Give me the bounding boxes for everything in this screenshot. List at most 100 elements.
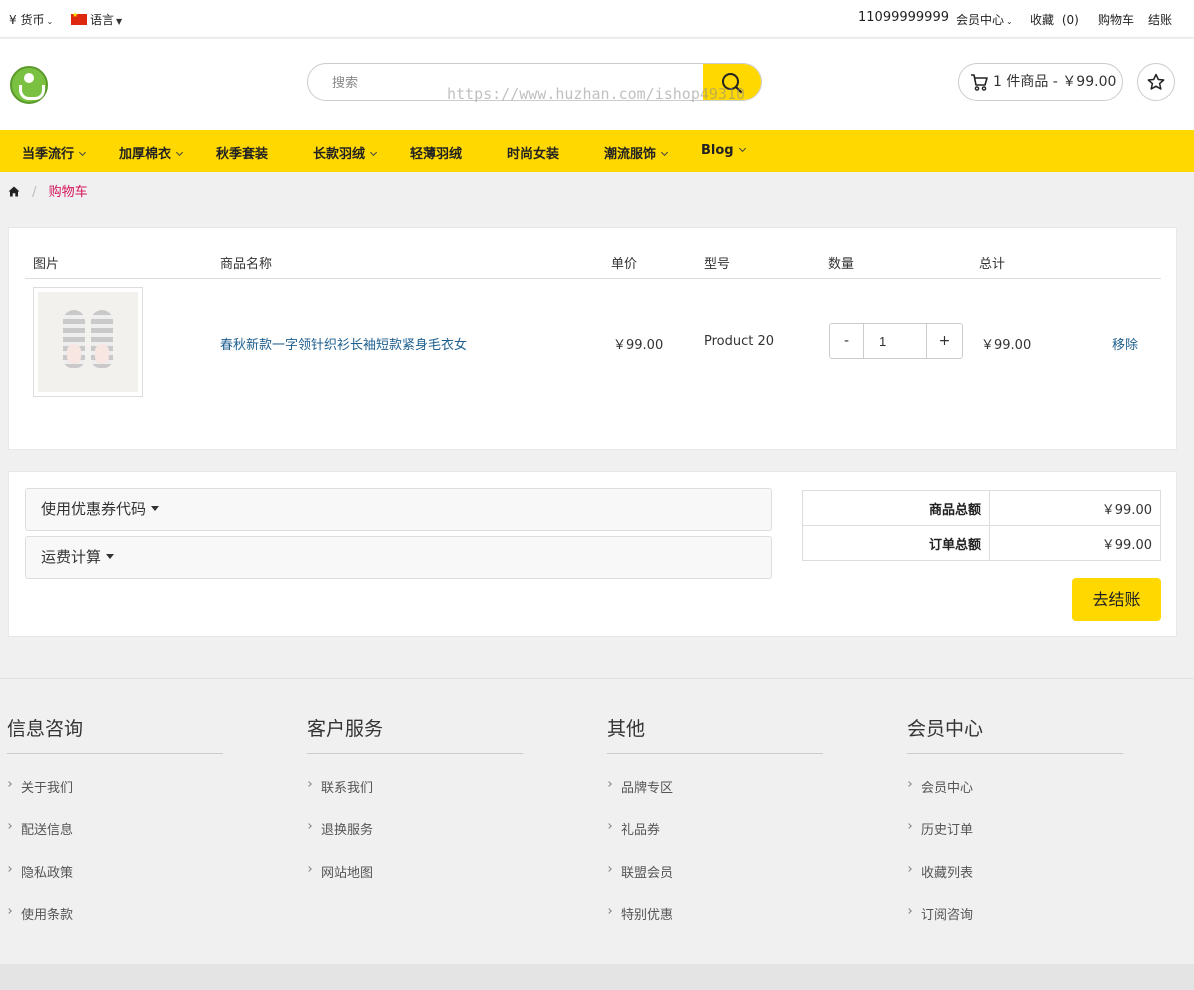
nav-item-light-down[interactable]: 轻薄羽绒 [410,143,462,162]
footer-link[interactable]: 礼品券 [606,819,660,838]
footer-link[interactable]: 网站地图 [306,862,373,881]
chevron-right-icon [906,866,912,872]
nav-item-seasonal[interactable]: 当季流行 [22,143,87,162]
footer-link[interactable]: 特别优惠 [606,904,673,923]
wishlist-link[interactable]: 收藏 (0) [1030,11,1079,28]
footer-column-title: 客户服务 [307,714,523,754]
chevron-right-icon [606,908,612,914]
table-row: 订单总额 ￥99.00 [802,525,1161,561]
wishlist-label: 收藏 [1030,13,1055,27]
account-label: 会员中心 [956,13,1005,27]
footer-link[interactable]: 会员中心 [906,777,973,796]
footer-divider [0,678,1194,679]
chevron-down-icon [369,148,378,157]
chevron-down-icon: ⌄ [46,17,54,26]
chevron-right-icon [606,781,612,787]
footer-link-label: 收藏列表 [921,866,974,881]
footer-link-label: 品牌专区 [621,781,674,796]
currency-symbol: ¥ [9,13,17,27]
footer-link[interactable]: 联系我们 [306,777,374,796]
language-selector[interactable]: 语言▼ [71,11,122,28]
footer-bottom-bar [0,964,1194,990]
nav-item-label: Blog [701,143,734,158]
checkout-link[interactable]: 结账 [1148,11,1172,28]
currency-label: 货币 [20,13,45,27]
slippers-image [38,292,138,392]
footer-link[interactable]: 配送信息 [6,819,73,838]
cart-link[interactable]: 购物车 [1098,11,1134,28]
quantity-increase-button[interactable]: + [928,324,961,358]
footer-column-title: 信息咨询 [7,714,223,754]
top-bar: ¥ 货币⌄ 语言▼ 11099999999 会员中心⌄ 收藏 (0) 购物车 结… [0,0,1194,38]
quantity-input[interactable] [863,324,927,358]
remove-button[interactable]: 移除 [1112,334,1138,353]
search-icon [722,73,743,94]
footer-link[interactable]: 收藏列表 [906,862,974,881]
column-header-image: 图片 [33,257,60,272]
shipping-label: 运费计算 [41,549,102,566]
header-cart-button[interactable]: 1 件商品 - ￥99.00 [958,63,1123,101]
checkout-button[interactable]: 去结账 [1072,578,1161,621]
order-total-label: 订单总额 [802,525,990,561]
chevron-down-icon [175,148,184,157]
nav-item-label: 潮流服饰 [604,147,657,162]
order-total-value: ￥99.00 [989,525,1161,561]
site-header: https://www.huzhan.com/ishop49310 1 件商品 … [0,39,1194,130]
footer-link[interactable]: 历史订单 [906,819,974,838]
site-logo[interactable] [10,66,48,104]
cart-summary: 1 件商品 - ￥99.00 [993,74,1117,90]
footer-link[interactable]: 隐私政策 [6,862,73,881]
nav-item-label: 当季流行 [22,147,75,162]
nav-item-womens[interactable]: 时尚女装 [507,143,559,162]
home-icon[interactable] [8,186,20,197]
slipper-right-shape [91,310,113,368]
nav-item-blog[interactable]: Blog [701,143,746,158]
footer-column-account: 会员中心 会员中心 历史订单 收藏列表 订阅咨询 [906,714,1123,923]
footer-link-label: 联系我们 [321,781,374,796]
breadcrumb-current[interactable]: 购物车 [49,185,88,200]
product-thumbnail[interactable] [33,287,143,397]
language-label: 语言 [90,13,115,27]
slipper-left-shape [63,310,85,368]
nav-item-trendy[interactable]: 潮流服饰 [604,143,669,162]
nav-item-autumn-sets[interactable]: 秋季套装 [216,143,268,162]
column-header-total: 总计 [979,257,1006,272]
chevron-right-icon [6,823,12,829]
quantity-decrease-button[interactable]: - [830,324,863,358]
unit-price: ￥99.00 [613,338,664,353]
search-input[interactable] [308,64,704,100]
chevron-right-icon [606,823,612,829]
chevron-right-icon [6,866,12,872]
shipping-accordion[interactable]: 运费计算 [25,536,772,579]
footer-link-label: 历史订单 [921,823,974,838]
chevron-right-icon [906,823,912,829]
footer-link[interactable]: 联盟会员 [606,862,673,881]
chevron-down-icon [738,144,746,153]
search-button[interactable] [703,64,761,100]
star-icon [1147,73,1165,90]
account-menu[interactable]: 会员中心 ⌄ [956,11,1013,28]
footer-link[interactable]: 关于我们 [6,777,73,796]
column-header-name: 商品名称 [220,257,273,272]
quantity-stepper: - + [829,323,963,359]
footer-column-customer-service: 客户服务 联系我们 退换服务 网站地图 [306,714,523,881]
totals-panel: 使用优惠券代码 运费计算 商品总额 ￥99.00 订单总额 ￥99.00 去结账 [8,471,1177,637]
product-model: Product 20 [704,334,775,349]
footer-link[interactable]: 退换服务 [306,819,373,838]
nav-item-label: 加厚棉衣 [119,147,172,162]
currency-selector[interactable]: ¥ 货币 ⌄ [9,11,53,28]
chevron-right-icon [6,781,12,787]
caret-down-icon [151,506,160,511]
search-box [307,63,762,101]
column-header-model: 型号 [704,257,731,272]
nav-item-long-down[interactable]: 长款羽绒 [313,143,378,162]
coupon-accordion[interactable]: 使用优惠券代码 [25,488,772,531]
footer-link[interactable]: 订阅咨询 [906,904,973,923]
footer-link[interactable]: 使用条款 [6,904,73,923]
caret-down-icon [106,554,115,559]
product-name-link[interactable]: 春秋新款一字领针织衫长袖短款紧身毛衣女 [220,334,467,353]
wishlist-button[interactable] [1137,63,1175,101]
nav-item-padded-coats[interactable]: 加厚棉衣 [119,143,184,162]
chevron-right-icon [306,823,312,829]
footer-link[interactable]: 品牌专区 [606,777,674,796]
